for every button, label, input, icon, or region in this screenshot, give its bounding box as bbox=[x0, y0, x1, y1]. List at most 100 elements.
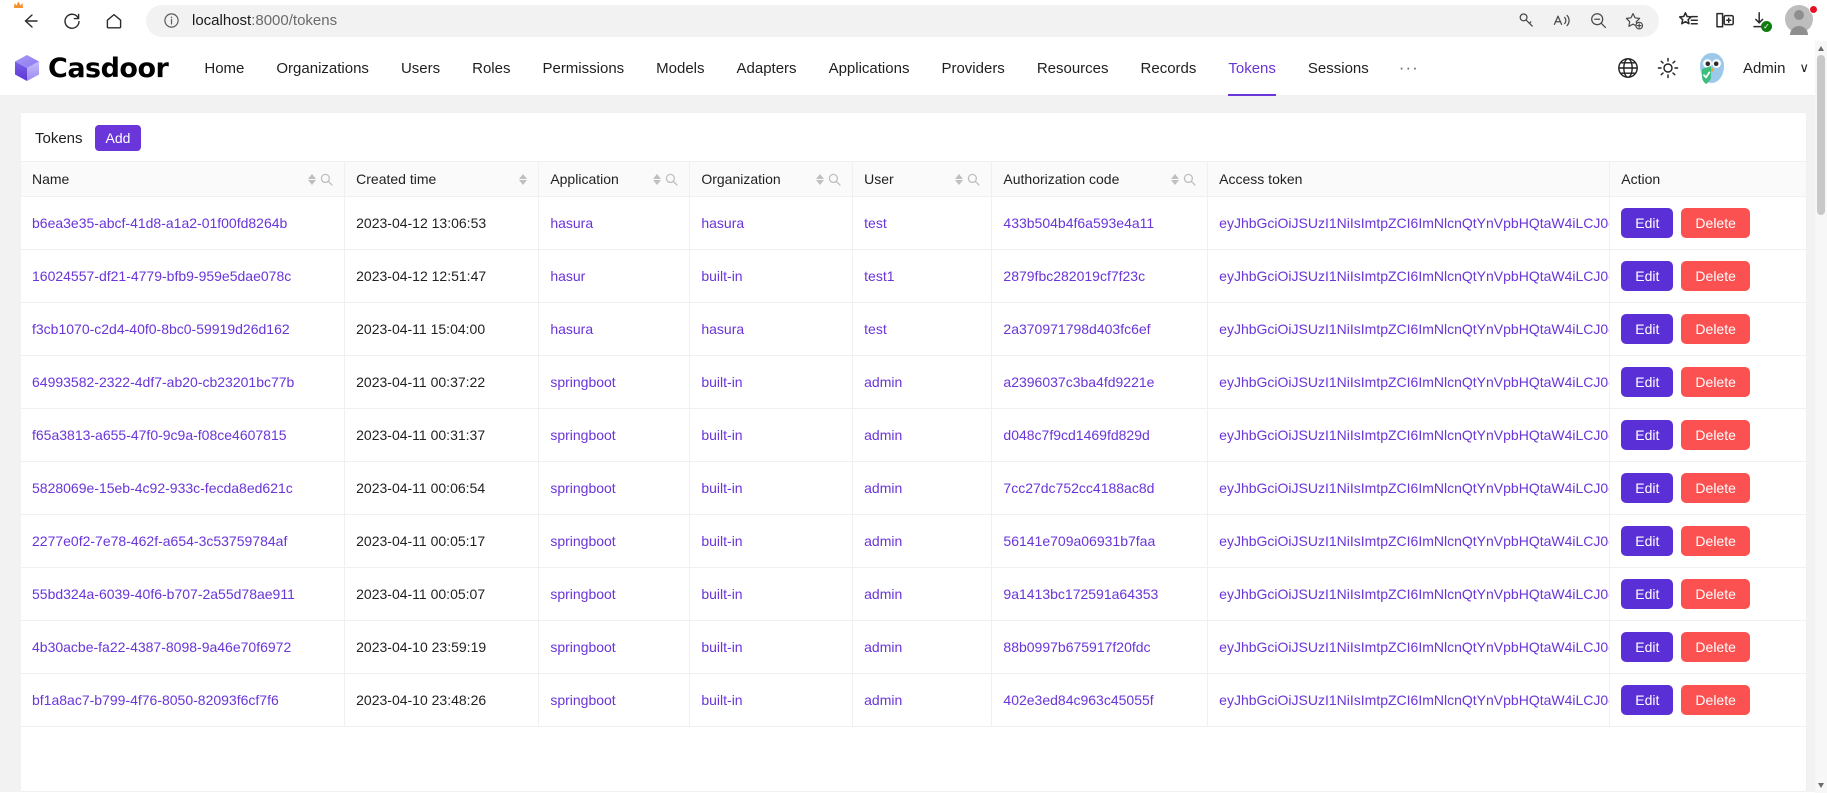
nav-item-sessions[interactable]: Sessions bbox=[1292, 41, 1385, 96]
token-name-link[interactable]: 5828069e-15eb-4c92-933c-fecda8ed621c bbox=[32, 480, 293, 496]
token-name-link[interactable]: bf1a8ac7-b799-4f76-8050-82093f6cf7f6 bbox=[32, 692, 279, 708]
search-icon[interactable] bbox=[967, 173, 980, 186]
token-name-link[interactable]: 2277e0f2-7e78-462f-a654-3c53759784af bbox=[32, 533, 287, 549]
application-link[interactable]: springboot bbox=[550, 586, 615, 602]
user-link[interactable]: admin bbox=[864, 533, 902, 549]
organization-link[interactable]: built-in bbox=[701, 374, 742, 390]
application-link[interactable]: hasura bbox=[550, 321, 593, 337]
user-avatar[interactable] bbox=[1695, 51, 1729, 85]
nav-item-permissions[interactable]: Permissions bbox=[526, 41, 640, 96]
application-link[interactable]: springboot bbox=[550, 427, 615, 443]
authorization-code-link[interactable]: 7cc27dc752cc4188ac8d bbox=[1003, 480, 1154, 496]
organization-link[interactable]: built-in bbox=[701, 480, 742, 496]
token-name-link[interactable]: b6ea3e35-abcf-41d8-a1a2-01f00fd8264b bbox=[32, 215, 287, 231]
user-link[interactable]: admin bbox=[864, 692, 902, 708]
access-token-link[interactable]: eyJhbGciOiJSUzI1NiIsImtpZCI6ImNlcnQtYnVp… bbox=[1219, 374, 1610, 390]
nav-item-home[interactable]: Home bbox=[188, 41, 260, 96]
nav-item-organizations[interactable]: Organizations bbox=[260, 41, 385, 96]
application-link[interactable]: hasura bbox=[550, 215, 593, 231]
authorization-code-link[interactable]: 2a370971798d403fc6ef bbox=[1003, 321, 1150, 337]
authorization-code-link[interactable]: d048c7f9cd1469fd829d bbox=[1003, 427, 1149, 443]
nav-item-roles[interactable]: Roles bbox=[456, 41, 526, 96]
reload-button[interactable] bbox=[52, 4, 92, 38]
read-aloud-icon[interactable] bbox=[1545, 6, 1579, 36]
address-bar[interactable]: localhost:8000/tokens bbox=[146, 5, 1659, 37]
column-header-organization[interactable]: Organization bbox=[690, 162, 853, 197]
edit-button[interactable]: Edit bbox=[1621, 632, 1673, 662]
token-name-link[interactable]: 4b30acbe-fa22-4387-8098-9a46e70f6972 bbox=[32, 639, 291, 655]
access-token-link[interactable]: eyJhbGciOiJSUzI1NiIsImtpZCI6ImNlcnQtYnVp… bbox=[1219, 321, 1610, 337]
application-link[interactable]: hasur bbox=[550, 268, 585, 284]
delete-button[interactable]: Delete bbox=[1681, 208, 1749, 238]
access-token-link[interactable]: eyJhbGciOiJSUzI1NiIsImtpZCI6ImNlcnQtYnVp… bbox=[1219, 586, 1610, 602]
search-icon[interactable] bbox=[665, 173, 678, 186]
nav-item-records[interactable]: Records bbox=[1125, 41, 1213, 96]
add-favorite-icon[interactable] bbox=[1617, 6, 1651, 36]
user-link[interactable]: admin bbox=[864, 586, 902, 602]
nav-item-resources[interactable]: Resources bbox=[1021, 41, 1125, 96]
home-button[interactable] bbox=[94, 4, 134, 38]
edit-button[interactable]: Edit bbox=[1621, 685, 1673, 715]
access-token-link[interactable]: eyJhbGciOiJSUzI1NiIsImtpZCI6ImNlcnQtYnVp… bbox=[1219, 692, 1610, 708]
access-token-link[interactable]: eyJhbGciOiJSUzI1NiIsImtpZCI6ImNlcnQtYnVp… bbox=[1219, 533, 1610, 549]
access-token-link[interactable]: eyJhbGciOiJSUzI1NiIsImtpZCI6ImNlcnQtYnVp… bbox=[1219, 480, 1610, 496]
organization-link[interactable]: built-in bbox=[701, 427, 742, 443]
organization-link[interactable]: hasura bbox=[701, 321, 744, 337]
sort-icon[interactable] bbox=[816, 174, 824, 185]
application-link[interactable]: springboot bbox=[550, 374, 615, 390]
globe-icon[interactable] bbox=[1615, 55, 1641, 81]
token-name-link[interactable]: 55bd324a-6039-40f6-b707-2a55d78ae911 bbox=[32, 586, 295, 602]
authorization-code-link[interactable]: 88b0997b675917f20fdc bbox=[1003, 639, 1150, 655]
delete-button[interactable]: Delete bbox=[1681, 367, 1749, 397]
delete-button[interactable]: Delete bbox=[1681, 685, 1749, 715]
application-link[interactable]: springboot bbox=[550, 533, 615, 549]
delete-button[interactable]: Delete bbox=[1681, 314, 1749, 344]
zoom-out-icon[interactable] bbox=[1581, 6, 1615, 36]
access-token-link[interactable]: eyJhbGciOiJSUzI1NiIsImtpZCI6ImNlcnQtYnVp… bbox=[1219, 268, 1610, 284]
user-link[interactable]: admin bbox=[864, 374, 902, 390]
authorization-code-link[interactable]: a2396037c3ba4fd9221e bbox=[1003, 374, 1154, 390]
organization-link[interactable]: built-in bbox=[701, 268, 742, 284]
key-icon[interactable] bbox=[1509, 6, 1543, 36]
nav-item-adapters[interactable]: Adapters bbox=[721, 41, 813, 96]
application-link[interactable]: springboot bbox=[550, 480, 615, 496]
edit-button[interactable]: Edit bbox=[1621, 526, 1673, 556]
column-header-name[interactable]: Name bbox=[21, 162, 345, 197]
column-header-application[interactable]: Application bbox=[539, 162, 690, 197]
organization-link[interactable]: built-in bbox=[701, 692, 742, 708]
scroll-down-icon[interactable] bbox=[1818, 783, 1824, 788]
url-text[interactable]: localhost:8000/tokens bbox=[182, 12, 1509, 29]
authorization-code-link[interactable]: 402e3ed84c963c45055f bbox=[1003, 692, 1153, 708]
token-name-link[interactable]: 16024557-df21-4779-bfb9-959e5dae078c bbox=[32, 268, 291, 284]
delete-button[interactable]: Delete bbox=[1681, 579, 1749, 609]
access-token-link[interactable]: eyJhbGciOiJSUzI1NiIsImtpZCI6ImNlcnQtYnVp… bbox=[1219, 639, 1610, 655]
user-link[interactable]: test bbox=[864, 215, 887, 231]
edit-button[interactable]: Edit bbox=[1621, 314, 1673, 344]
sort-icon[interactable] bbox=[519, 174, 527, 185]
authorization-code-link[interactable]: 56141e709a06931b7faa bbox=[1003, 533, 1155, 549]
organization-link[interactable]: hasura bbox=[701, 215, 744, 231]
downloads-icon[interactable]: ✓ bbox=[1743, 6, 1777, 36]
collections-icon[interactable] bbox=[1671, 6, 1705, 36]
organization-link[interactable]: built-in bbox=[701, 586, 742, 602]
edit-button[interactable]: Edit bbox=[1621, 261, 1673, 291]
nav-item-applications[interactable]: Applications bbox=[813, 41, 926, 96]
authorization-code-link[interactable]: 2879fbc282019cf7f23c bbox=[1003, 268, 1145, 284]
user-link[interactable]: admin bbox=[864, 480, 902, 496]
column-header-authorization-code[interactable]: Authorization code bbox=[992, 162, 1208, 197]
user-link[interactable]: admin bbox=[864, 639, 902, 655]
delete-button[interactable]: Delete bbox=[1681, 420, 1749, 450]
column-header-created-time[interactable]: Created time bbox=[345, 162, 539, 197]
scroll-up-icon[interactable] bbox=[1818, 46, 1824, 51]
scrollbar-thumb[interactable] bbox=[1817, 55, 1825, 215]
edit-button[interactable]: Edit bbox=[1621, 579, 1673, 609]
token-name-link[interactable]: 64993582-2322-4df7-ab20-cb23201bc77b bbox=[32, 374, 294, 390]
sort-icon[interactable] bbox=[653, 174, 661, 185]
organization-link[interactable]: built-in bbox=[701, 639, 742, 655]
column-header-user[interactable]: User bbox=[853, 162, 992, 197]
nav-item-providers[interactable]: Providers bbox=[925, 41, 1020, 96]
nav-item-users[interactable]: Users bbox=[385, 41, 456, 96]
authorization-code-link[interactable]: 9a1413bc172591a64353 bbox=[1003, 586, 1158, 602]
organization-link[interactable]: built-in bbox=[701, 533, 742, 549]
user-link[interactable]: admin bbox=[864, 427, 902, 443]
